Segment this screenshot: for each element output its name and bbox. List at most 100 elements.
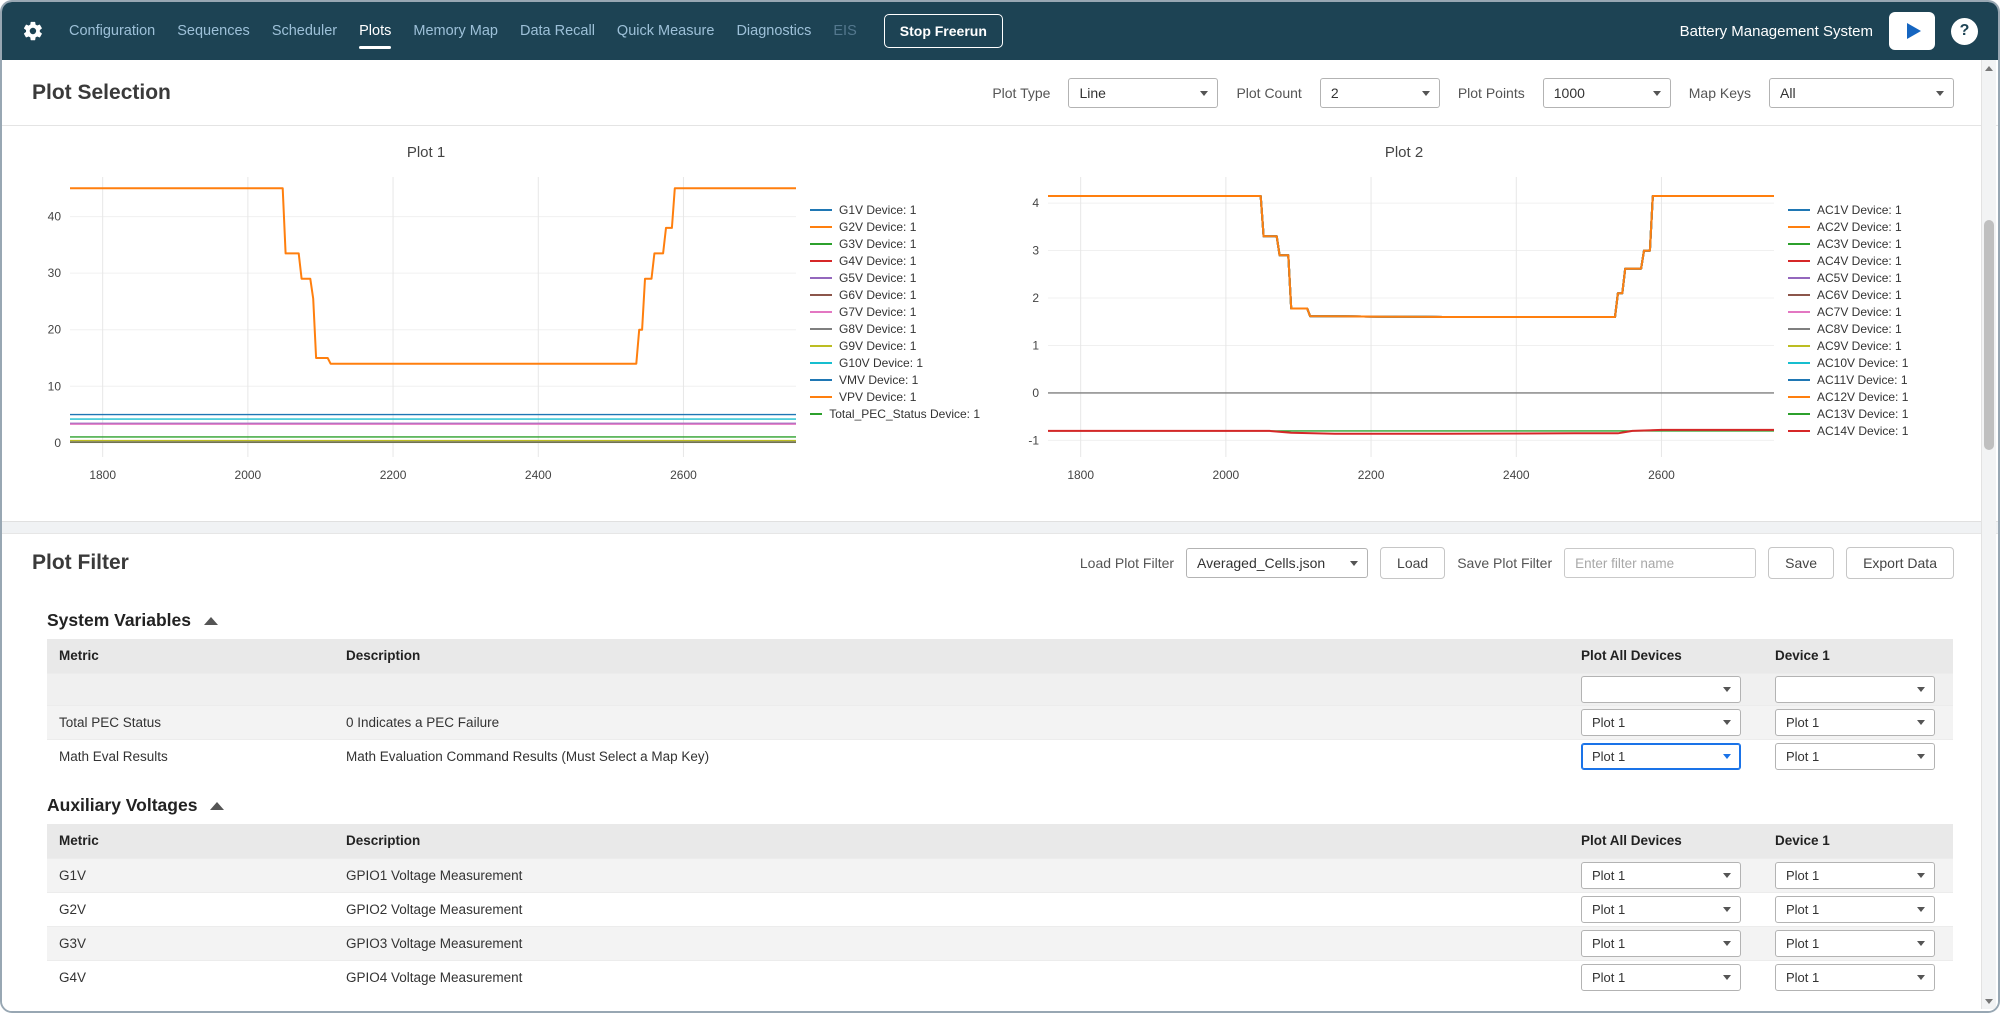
device-1-select-g4v[interactable]: Plot 1 — [1775, 964, 1935, 991]
plot-all-devices-select-g3v[interactable]: Plot 1 — [1581, 930, 1741, 957]
description-cell: GPIO4 Voltage Measurement — [334, 960, 1569, 994]
legend-item-ac6v[interactable]: AC6V Device: 1 — [1788, 286, 1958, 303]
legend-item-vpv[interactable]: VPV Device: 1 — [810, 388, 980, 405]
description-cell: GPIO1 Voltage Measurement — [334, 858, 1569, 892]
nav-item-data-recall[interactable]: Data Recall — [509, 17, 606, 45]
legend-item-ac5v[interactable]: AC5V Device: 1 — [1788, 269, 1958, 286]
legend-item-g3v[interactable]: G3V Device: 1 — [810, 235, 980, 252]
scroll-down-arrow[interactable] — [1982, 993, 1996, 1009]
legend-item-ac10v[interactable]: AC10V Device: 1 — [1788, 354, 1958, 371]
legend-item-g7v[interactable]: G7V Device: 1 — [810, 303, 980, 320]
plot-all-devices-select-g1v[interactable]: Plot 1 — [1581, 862, 1741, 889]
filter-row — [47, 673, 1953, 705]
legend-item-ac4v[interactable]: AC4V Device: 1 — [1788, 252, 1958, 269]
legend-item-ac3v[interactable]: AC3V Device: 1 — [1788, 235, 1958, 252]
nav-item-plots[interactable]: Plots — [348, 17, 402, 45]
export-data-button[interactable]: Export Data — [1846, 547, 1954, 579]
device-1-select-g2v[interactable]: Plot 1 — [1775, 896, 1935, 923]
legend-line-swatch — [810, 379, 832, 381]
plot-all-devices-select-g4v[interactable]: Plot 1 — [1581, 964, 1741, 991]
collapse-arrow-icon[interactable] — [210, 802, 224, 810]
legend-label: G8V Device: 1 — [839, 322, 916, 336]
legend-line-swatch — [1788, 294, 1810, 296]
gear-icon[interactable] — [22, 20, 44, 42]
nav-item-configuration[interactable]: Configuration — [58, 17, 166, 45]
plot-all-devices-select-math-eval-results[interactable]: Plot 1 — [1581, 743, 1741, 770]
legend-item-g5v[interactable]: G5V Device: 1 — [810, 269, 980, 286]
navbar: ConfigurationSequencesSchedulerPlotsMemo… — [2, 2, 1998, 60]
chevron-down-icon — [1723, 907, 1731, 912]
save-button[interactable]: Save — [1768, 547, 1834, 579]
legend-label: AC4V Device: 1 — [1817, 254, 1902, 268]
nav-item-scheduler[interactable]: Scheduler — [261, 17, 348, 45]
legend-item-ac14v[interactable]: AC14V Device: 1 — [1788, 422, 1958, 439]
legend-item-g2v[interactable]: G2V Device: 1 — [810, 218, 980, 235]
svg-text:2400: 2400 — [525, 468, 552, 482]
legend-item-ac1v[interactable]: AC1V Device: 1 — [1788, 201, 1958, 218]
load-filter-select[interactable]: Averaged_Cells.json — [1186, 548, 1368, 578]
legend-item-ac9v[interactable]: AC9V Device: 1 — [1788, 337, 1958, 354]
plot-type-select[interactable]: Line — [1068, 78, 1218, 108]
table-row-g3v: G3VGPIO3 Voltage MeasurementPlot 1Plot 1 — [47, 926, 1953, 960]
legend-item-g10v[interactable]: G10V Device: 1 — [810, 354, 980, 371]
legend-line-swatch — [1788, 277, 1810, 279]
dd-value: 1000 — [1554, 85, 1585, 101]
filter-table-auxiliary-voltages: MetricDescriptionPlot All DevicesDevice … — [47, 824, 1953, 994]
device-1-select-total-pec-status[interactable]: Plot 1 — [1775, 709, 1935, 736]
map-keys-select[interactable]: All — [1769, 78, 1954, 108]
filter-name-input[interactable] — [1564, 548, 1756, 578]
legend-item-ac2v[interactable]: AC2V Device: 1 — [1788, 218, 1958, 235]
legend-label: AC8V Device: 1 — [1817, 322, 1902, 336]
scroll-up-arrow[interactable] — [1982, 60, 1996, 76]
device-1-select-math-eval-results[interactable]: Plot 1 — [1775, 743, 1935, 770]
device-1-select-g1v[interactable]: Plot 1 — [1775, 862, 1935, 889]
legend-item-g9v[interactable]: G9V Device: 1 — [810, 337, 980, 354]
play-button[interactable] — [1889, 12, 1935, 50]
help-icon[interactable]: ? — [1951, 18, 1978, 45]
plot-filter-bar: Plot Filter Load Plot Filter Averaged_Ce… — [2, 534, 1998, 588]
plot-points-select[interactable]: 1000 — [1543, 78, 1671, 108]
nav-item-quick-measure[interactable]: Quick Measure — [606, 17, 726, 45]
metric-cell: G4V — [47, 960, 334, 994]
section-title: Auxiliary Voltages — [47, 795, 197, 816]
legend-item-ac11v[interactable]: AC11V Device: 1 — [1788, 371, 1958, 388]
legend-item-vmv[interactable]: VMV Device: 1 — [810, 371, 980, 388]
collapse-arrow-icon[interactable] — [204, 617, 218, 625]
plot-count-label: Plot Count — [1236, 85, 1301, 101]
plot-all-devices-select-total-pec-status[interactable]: Plot 1 — [1581, 709, 1741, 736]
legend-line-swatch — [810, 226, 832, 228]
charts-area: Plot 118002000220024002600010203040G1V D… — [2, 126, 1998, 522]
scrollbar[interactable] — [1981, 60, 1996, 1009]
plot-all-devices-select-g2v[interactable]: Plot 1 — [1581, 896, 1741, 923]
column-header-description: Description — [334, 824, 1569, 858]
legend-item-ac13v[interactable]: AC13V Device: 1 — [1788, 405, 1958, 422]
svg-text:40: 40 — [48, 210, 62, 224]
legend-item-ac7v[interactable]: AC7V Device: 1 — [1788, 303, 1958, 320]
nav-item-memory-map[interactable]: Memory Map — [402, 17, 509, 45]
metric-cell: Math Eval Results — [47, 739, 334, 773]
dd-value: Plot 1 — [1592, 868, 1625, 883]
legend-item-g1v[interactable]: G1V Device: 1 — [810, 201, 980, 218]
section-divider — [2, 522, 1998, 534]
legend-label: AC9V Device: 1 — [1817, 339, 1902, 353]
svg-text:10: 10 — [48, 379, 62, 393]
svg-text:1800: 1800 — [89, 468, 116, 482]
plot-count-select[interactable]: 2 — [1320, 78, 1440, 108]
nav-item-diagnostics[interactable]: Diagnostics — [725, 17, 822, 45]
nav-item-sequences[interactable]: Sequences — [166, 17, 261, 45]
column-header-description: Description — [334, 639, 1569, 673]
load-button[interactable]: Load — [1380, 547, 1445, 579]
nav-item-eis[interactable]: EIS — [822, 17, 867, 45]
legend-item-total-pec-status[interactable]: Total_PEC_Status Device: 1 — [810, 405, 980, 422]
filter-select-device-1[interactable] — [1775, 676, 1935, 703]
device-1-select-g3v[interactable]: Plot 1 — [1775, 930, 1935, 957]
stop-freerun-button[interactable]: Stop Freerun — [884, 14, 1003, 48]
legend-item-g4v[interactable]: G4V Device: 1 — [810, 252, 980, 269]
filter-select-plot-all-devices[interactable] — [1581, 676, 1741, 703]
legend-item-ac8v[interactable]: AC8V Device: 1 — [1788, 320, 1958, 337]
description-cell: GPIO3 Voltage Measurement — [334, 926, 1569, 960]
legend-item-ac12v[interactable]: AC12V Device: 1 — [1788, 388, 1958, 405]
legend-item-g6v[interactable]: G6V Device: 1 — [810, 286, 980, 303]
legend-item-g8v[interactable]: G8V Device: 1 — [810, 320, 980, 337]
scrollbar-thumb[interactable] — [1984, 220, 1994, 450]
